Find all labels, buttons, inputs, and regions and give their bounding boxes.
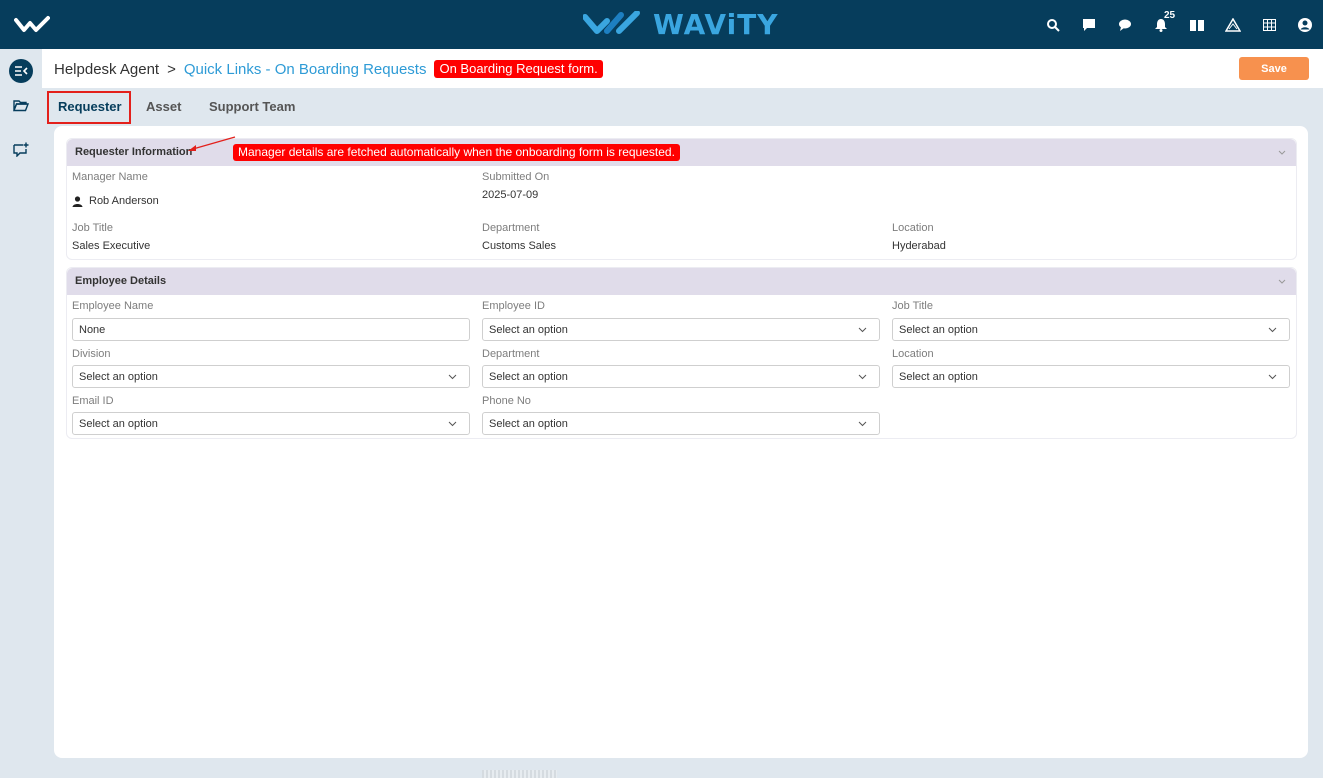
select-placeholder: Select an option <box>79 371 158 383</box>
breadcrumb-current[interactable]: Quick Links - On Boarding Requests <box>184 61 427 78</box>
breadcrumb-separator: > <box>167 60 176 78</box>
chat-square-icon[interactable] <box>1071 0 1107 49</box>
submitted-on-label: Submitted On <box>482 171 550 183</box>
employee-section-header[interactable]: Employee Details <box>67 268 1296 295</box>
location-select[interactable]: Select an option <box>892 365 1290 388</box>
submitted-on-value: 2025-07-09 <box>482 189 539 201</box>
section-title: Employee Details <box>75 275 167 287</box>
employee-name-input[interactable]: None <box>72 318 470 341</box>
employee-name-label: Employee Name <box>72 300 154 312</box>
topbar-actions: 25 <box>1035 0 1323 49</box>
feedback-message-icon[interactable] <box>8 136 34 162</box>
select-placeholder: Select an option <box>489 324 568 336</box>
select-placeholder: Select an option <box>79 418 158 430</box>
person-icon <box>72 195 83 207</box>
section-title: Requester Information <box>75 146 193 158</box>
horizontal-scrollbar[interactable] <box>482 770 557 778</box>
save-button[interactable]: Save <box>1239 57 1309 80</box>
email-id-label: Email ID <box>72 395 114 407</box>
job-title-select[interactable]: Select an option <box>892 318 1290 341</box>
left-sidebar <box>0 49 42 778</box>
employee-details-section: Employee Details Employee Name None Empl… <box>66 267 1297 439</box>
brand-logo[interactable]: WAViTY <box>583 7 779 41</box>
chevron-down-icon <box>858 327 867 333</box>
comment-icon[interactable] <box>1107 0 1143 49</box>
phone-no-label: Phone No <box>482 395 531 407</box>
manager-details-annotation: Manager details are fetched automaticall… <box>233 144 680 161</box>
tab-bar: Requester Asset Support Team <box>42 88 1323 126</box>
collapse-sidebar-icon[interactable] <box>8 58 34 84</box>
chevron-down-icon[interactable] <box>1276 146 1288 158</box>
user-account-icon[interactable] <box>1287 0 1323 49</box>
wavity-logo-mark <box>583 11 640 34</box>
division-label: Division <box>72 348 111 360</box>
email-id-select[interactable]: Select an option <box>72 412 470 435</box>
location-value: Hyderabad <box>892 240 946 252</box>
tab-asset[interactable]: Asset <box>146 99 181 114</box>
division-select[interactable]: Select an option <box>72 365 470 388</box>
folder-open-icon[interactable] <box>8 92 34 118</box>
select-placeholder: Select an option <box>899 324 978 336</box>
job-title-value: Sales Executive <box>72 240 151 252</box>
form-card: Requester Information Manager Name Rob A… <box>54 126 1308 758</box>
manager-name: Rob Anderson <box>89 195 159 207</box>
notification-bell-icon[interactable]: 25 <box>1143 0 1179 49</box>
department-value: Customs Sales <box>482 240 556 252</box>
department-label: Department <box>482 348 540 360</box>
employee-id-select[interactable]: Select an option <box>482 318 880 341</box>
top-navigation-bar: WAViTY 25 <box>0 0 1323 49</box>
knowledge-book-icon[interactable] <box>1179 0 1215 49</box>
tab-requester[interactable]: Requester <box>58 99 122 114</box>
notification-count: 25 <box>1164 10 1176 21</box>
chevron-down-icon[interactable] <box>1276 275 1288 287</box>
select-placeholder: Select an option <box>489 418 568 430</box>
manager-name-value: Rob Anderson <box>72 195 159 207</box>
breadcrumb: Helpdesk Agent > Quick Links - On Boardi… <box>54 60 603 78</box>
form-annotation-label: On Boarding Request form. <box>434 60 603 78</box>
tab-support-team[interactable]: Support Team <box>209 99 295 114</box>
chevron-down-icon <box>1268 374 1277 380</box>
breadcrumb-root[interactable]: Helpdesk Agent <box>54 61 159 78</box>
wavity-menu-icon[interactable] <box>14 14 50 36</box>
chevron-down-icon <box>448 374 457 380</box>
phone-no-select[interactable]: Select an option <box>482 412 880 435</box>
job-title-label: Job Title <box>72 222 113 234</box>
department-select[interactable]: Select an option <box>482 365 880 388</box>
brand-name: WAViTY <box>653 7 779 41</box>
grid-table-icon[interactable] <box>1251 0 1287 49</box>
location-label: Location <box>892 222 934 234</box>
warning-triangle-icon[interactable] <box>1215 0 1251 49</box>
chevron-down-icon <box>858 374 867 380</box>
department-label: Department <box>482 222 540 234</box>
location-label: Location <box>892 348 934 360</box>
employee-id-label: Employee ID <box>482 300 545 312</box>
select-placeholder: Select an option <box>489 371 568 383</box>
chevron-down-icon <box>448 421 457 427</box>
chevron-down-icon <box>1268 327 1277 333</box>
job-title-label: Job Title <box>892 300 933 312</box>
search-icon[interactable] <box>1035 0 1071 49</box>
annotation-arrow-icon <box>188 136 236 151</box>
page-header: Helpdesk Agent > Quick Links - On Boardi… <box>42 49 1323 88</box>
chevron-down-icon <box>858 421 867 427</box>
manager-name-label: Manager Name <box>72 171 148 183</box>
select-placeholder: Select an option <box>899 371 978 383</box>
